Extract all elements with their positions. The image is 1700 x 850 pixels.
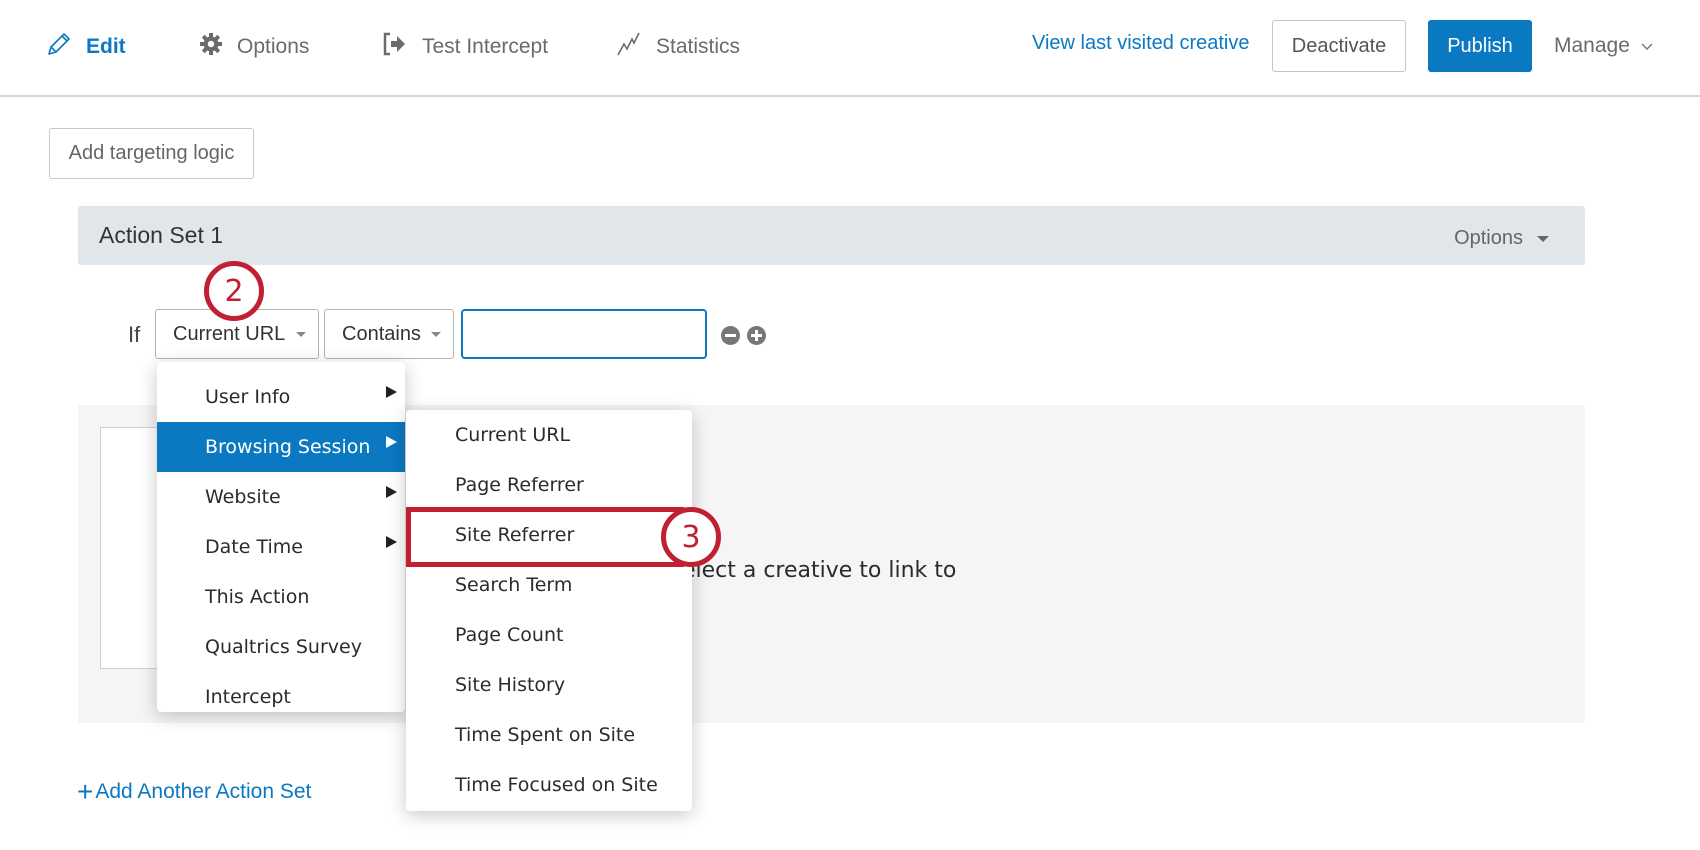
site-referrer-highlight — [406, 507, 684, 567]
tab-options[interactable]: Options — [199, 30, 309, 64]
menu-item-label: Site History — [455, 674, 566, 696]
menu-item-label: Current URL — [455, 424, 571, 446]
submenu-item-time-focused-on-site[interactable]: Time Focused on Site — [406, 760, 692, 810]
submenu-arrow-icon — [386, 486, 397, 498]
deactivate-button[interactable]: Deactivate — [1272, 20, 1406, 72]
select-creative-prompt[interactable]: Select a creative to link to — [668, 558, 956, 583]
menu-item-label: Time Spent on Site — [455, 724, 636, 746]
caret-down-icon — [1537, 235, 1549, 242]
menu-item-label: This Action — [205, 586, 310, 608]
tab-statistics[interactable]: Statistics — [616, 30, 740, 64]
tab-edit[interactable]: Edit — [46, 30, 126, 64]
top-toolbar: Edit Options Test Intercept Statistics V… — [0, 0, 1700, 97]
line-chart-icon — [616, 31, 656, 63]
tab-test-intercept[interactable]: Test Intercept — [382, 30, 548, 64]
caret-down-icon — [296, 332, 306, 337]
menu-item-label: Search Term — [455, 574, 573, 596]
add-another-action-set-link[interactable]: + Add Another Action Set — [77, 776, 312, 807]
menu-item-website[interactable]: Website — [157, 472, 405, 522]
action-set-title: Action Set 1 — [99, 222, 224, 248]
menu-item-label: Date Time — [205, 536, 303, 558]
submenu-arrow-icon — [386, 386, 397, 398]
condition-field-value: Current URL — [173, 322, 286, 345]
field-category-menu: User Info Browsing Session Website Date … — [157, 362, 405, 712]
tab-options-label: Options — [237, 35, 310, 58]
action-set-options-dropdown[interactable]: Options — [1454, 227, 1549, 250]
add-another-action-set-label: Add Another Action Set — [95, 780, 312, 803]
manage-label: Manage — [1554, 34, 1630, 57]
submenu-item-time-spent-on-site[interactable]: Time Spent on Site — [406, 710, 692, 760]
menu-item-label: Browsing Session — [205, 436, 371, 458]
gear-icon — [199, 32, 237, 62]
submenu-item-current-url[interactable]: Current URL — [406, 410, 692, 460]
action-set-header: Action Set 1 Options — [78, 206, 1585, 265]
tab-test-intercept-label: Test Intercept — [422, 35, 549, 58]
menu-item-label: Qualtrics Survey — [205, 636, 362, 658]
menu-item-browsing-session[interactable]: Browsing Session — [157, 422, 405, 472]
submenu-arrow-icon — [386, 536, 397, 548]
tab-edit-label: Edit — [86, 35, 126, 58]
menu-item-this-action[interactable]: This Action — [157, 572, 405, 622]
submenu-item-search-term[interactable]: Search Term — [406, 560, 692, 610]
manage-dropdown[interactable]: Manage — [1554, 34, 1654, 58]
menu-item-label: Time Focused on Site — [455, 774, 658, 796]
submenu-item-page-referrer[interactable]: Page Referrer — [406, 460, 692, 510]
menu-item-label: Page Referrer — [455, 474, 584, 496]
pencil-icon — [46, 31, 86, 63]
submenu-item-site-history[interactable]: Site History — [406, 660, 692, 710]
chevron-down-icon — [1630, 34, 1654, 58]
step-2-callout: 2 — [204, 261, 264, 321]
submenu-item-page-count[interactable]: Page Count — [406, 610, 692, 660]
browsing-session-submenu: Current URL Page Referrer Site Referrer … — [406, 410, 692, 811]
view-last-visited-creative-link[interactable]: View last visited creative — [1032, 32, 1250, 55]
add-targeting-logic-button[interactable]: Add targeting logic — [49, 128, 254, 179]
publish-button[interactable]: Publish — [1428, 20, 1532, 72]
sign-in-arrow-icon — [382, 31, 422, 63]
menu-item-intercept[interactable]: Intercept — [157, 672, 405, 722]
menu-item-user-info[interactable]: User Info — [157, 372, 405, 422]
menu-item-label: Intercept — [205, 686, 291, 708]
tab-statistics-label: Statistics — [656, 35, 741, 58]
menu-item-label: User Info — [205, 386, 291, 408]
plus-icon: + — [77, 776, 94, 807]
caret-down-icon — [431, 332, 441, 337]
menu-item-label: Website — [205, 486, 281, 508]
condition-value-input[interactable] — [461, 309, 707, 359]
menu-item-date-time[interactable]: Date Time — [157, 522, 405, 572]
menu-item-label: Page Count — [455, 624, 564, 646]
condition-operator-value: Contains — [342, 322, 421, 345]
condition-operator-select[interactable]: Contains — [324, 309, 454, 359]
action-set-options-label: Options — [1454, 227, 1523, 249]
if-label: If — [128, 322, 141, 347]
submenu-arrow-icon — [386, 436, 397, 448]
step-3-callout: 3 — [661, 507, 721, 567]
add-condition-icon[interactable] — [747, 326, 766, 345]
remove-condition-icon[interactable] — [721, 326, 740, 345]
menu-item-qualtrics-survey[interactable]: Qualtrics Survey — [157, 622, 405, 672]
